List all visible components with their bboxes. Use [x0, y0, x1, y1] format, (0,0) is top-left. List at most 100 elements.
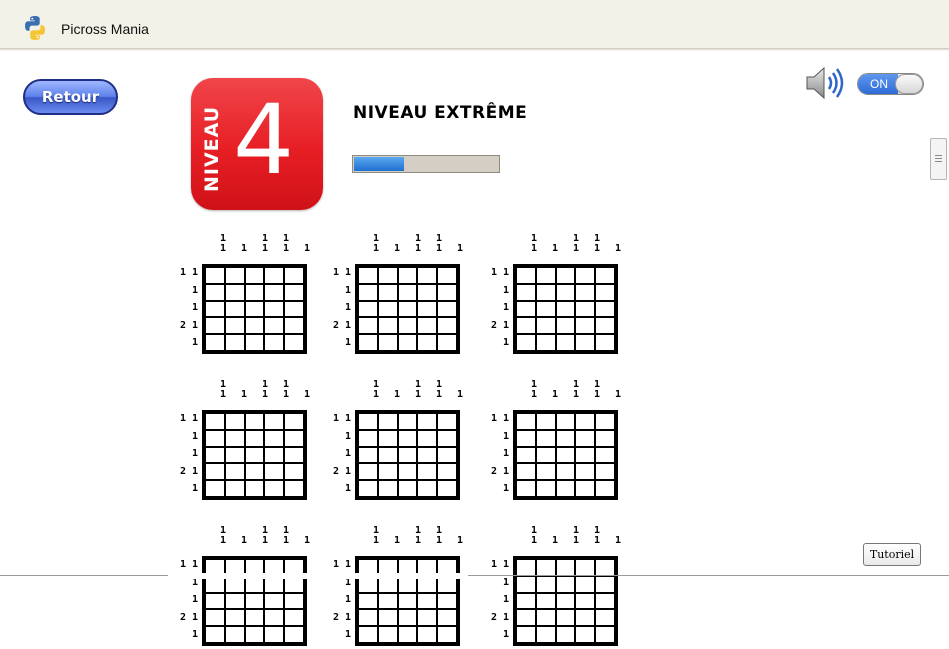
puzzle-cell [535, 429, 556, 447]
puzzle-cell [205, 413, 225, 430]
sound-toggle-knob[interactable] [895, 74, 923, 94]
puzzle-left-clue: 1 1 [490, 559, 509, 570]
puzzle-board[interactable] [355, 556, 460, 646]
puzzle-left-clue: 1 [191, 448, 198, 459]
puzzle-cell [555, 317, 576, 335]
puzzle-cell [397, 609, 418, 627]
puzzle-card[interactable]: 1 111 11 111 1112 11 [333, 232, 463, 357]
puzzle-top-clue: 1 [552, 389, 559, 400]
puzzle-cell [205, 283, 225, 301]
level-badge: NIVEAU 4 [191, 78, 323, 210]
puzzle-cell [535, 267, 556, 284]
puzzle-top-clue: 1 [241, 389, 248, 400]
scrollbar-thumb[interactable] [930, 138, 947, 180]
puzzle-card[interactable]: 1 111 11 111 1112 11 [180, 524, 310, 649]
puzzle-top-clue: 1 1 [594, 379, 601, 400]
puzzle-top-clue: 1 1 [415, 379, 422, 400]
puzzle-card[interactable]: 1 111 11 111 1112 11 [333, 378, 463, 503]
puzzle-cell [397, 413, 418, 430]
speaker-icon[interactable] [804, 65, 844, 101]
puzzle-cell [555, 300, 576, 318]
puzzle-top-clue: 1 [615, 243, 622, 254]
tutorial-button[interactable]: Tutoriel [863, 543, 921, 566]
puzzle-cell [575, 300, 596, 318]
puzzle-left-clue: 2 1 [179, 465, 198, 477]
puzzle-cell [417, 480, 438, 497]
puzzle-cell [377, 300, 398, 318]
puzzle-cell [417, 609, 438, 627]
puzzle-card[interactable]: 1 111 11 111 1112 11 [491, 378, 621, 503]
puzzle-left-clue: 1 [344, 629, 351, 640]
puzzle-card[interactable]: 1 111 11 111 1112 11 [491, 232, 621, 357]
puzzle-top-clue: 1 1 [373, 525, 380, 546]
puzzle-cell [224, 300, 245, 318]
puzzle-card[interactable]: 1 111 11 111 1112 11 [180, 378, 310, 503]
puzzle-board[interactable] [355, 410, 460, 500]
python-logo-icon [25, 16, 45, 40]
puzzle-cell [437, 429, 457, 447]
puzzle-board[interactable] [513, 264, 618, 354]
puzzle-cell [555, 429, 576, 447]
puzzle-cell [205, 480, 225, 497]
puzzle-cell [575, 592, 596, 610]
puzzle-left-clue: 2 1 [490, 465, 509, 477]
puzzle-cell [555, 626, 576, 643]
puzzle-board[interactable] [202, 264, 307, 354]
puzzle-left-clue: 1 [344, 448, 351, 459]
puzzle-board[interactable] [513, 410, 618, 500]
puzzle-cell [284, 300, 304, 318]
level-badge-number: 4 [233, 84, 295, 196]
puzzle-cell [205, 446, 225, 464]
puzzle-card[interactable]: 1 111 11 111 1112 11 [333, 524, 463, 649]
puzzle-top-clue: 1 1 [531, 233, 538, 254]
puzzle-board[interactable] [202, 556, 307, 646]
puzzle-cell [595, 267, 615, 284]
puzzle-cell [535, 317, 556, 335]
puzzle-cell [358, 446, 378, 464]
puzzle-cell [358, 413, 378, 430]
puzzle-board[interactable] [355, 264, 460, 354]
puzzle-cell [284, 592, 304, 610]
puzzle-cell [535, 592, 556, 610]
puzzle-cell [437, 300, 457, 318]
puzzle-board[interactable] [513, 556, 618, 646]
puzzle-cell [397, 446, 418, 464]
puzzle-left-clue: 1 [502, 302, 509, 313]
puzzle-card[interactable]: 1 111 11 111 1112 11 [491, 524, 621, 649]
puzzle-cell [264, 267, 285, 284]
puzzle-left-clue: 1 [191, 302, 198, 313]
puzzle-top-clue: 1 1 [436, 379, 443, 400]
puzzle-cell [437, 609, 457, 627]
puzzle-cell [264, 609, 285, 627]
puzzle-top-clue: 1 1 [262, 233, 269, 254]
puzzle-left-clue: 2 1 [490, 319, 509, 331]
puzzle-left-clue: 1 [502, 337, 509, 348]
puzzle-card[interactable]: 1 111 11 111 1112 11 [180, 232, 310, 357]
puzzle-top-clue: 1 1 [220, 379, 227, 400]
puzzle-cell [595, 575, 615, 593]
puzzle-top-clue: 1 1 [436, 525, 443, 546]
puzzle-cell [555, 592, 576, 610]
puzzle-cell [575, 559, 596, 576]
puzzle-cell [264, 463, 285, 481]
puzzle-cell [224, 267, 245, 284]
puzzle-left-clue: 2 1 [332, 319, 351, 331]
puzzle-cell [244, 609, 265, 627]
puzzle-top-clue: 1 1 [415, 233, 422, 254]
sound-toggle[interactable]: ON [857, 73, 924, 95]
puzzle-cell [244, 267, 265, 284]
back-button[interactable]: Retour [23, 79, 118, 115]
puzzle-cell [264, 480, 285, 497]
puzzle-board[interactable] [202, 410, 307, 500]
puzzle-cell [555, 446, 576, 464]
puzzle-cell [417, 283, 438, 301]
puzzle-cell [284, 317, 304, 335]
puzzle-cell [516, 463, 536, 481]
puzzle-cell [575, 446, 596, 464]
puzzle-cell [264, 592, 285, 610]
puzzle-cell [535, 609, 556, 627]
puzzle-cell [417, 463, 438, 481]
bottom-divider [0, 575, 949, 576]
puzzle-cell [535, 575, 556, 593]
puzzle-cell [516, 626, 536, 643]
